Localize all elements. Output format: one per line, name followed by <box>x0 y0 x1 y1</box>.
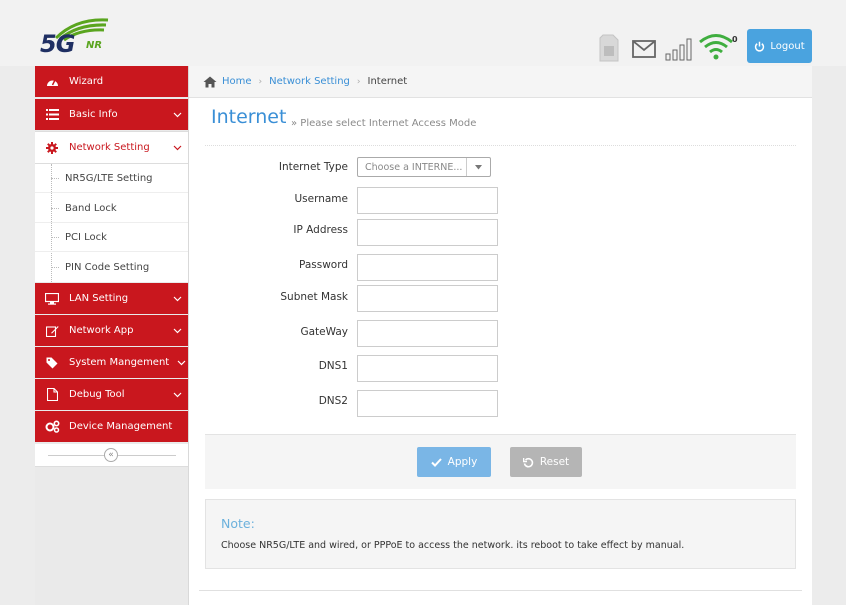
submenu-item-label: NR5G/LTE Setting <box>65 172 153 184</box>
logo-nr-text: NR <box>86 40 103 51</box>
logout-button[interactable]: Logout <box>747 29 812 63</box>
breadcrumb-separator-icon: › <box>356 76 361 87</box>
ip-address-input[interactable] <box>357 219 498 246</box>
submenu-item-label: PCI Lock <box>65 231 107 243</box>
note-text: Choose NR5G/LTE and wired, or PPPoE to a… <box>221 540 685 551</box>
sidebar-item-label: Network App <box>69 325 134 336</box>
top-header: 5G NR 0 Logout <box>0 0 846 66</box>
internet-type-selected-value: Choose a INTERNE... <box>365 161 463 173</box>
check-icon <box>430 457 442 467</box>
network-setting-submenu: NR5G/LTE Setting Band Lock PCI Lock PIN … <box>35 164 188 282</box>
home-icon <box>203 76 217 87</box>
sidebar-item-network-app[interactable]: Network App <box>35 315 188 346</box>
dns1-label: DNS1 <box>318 360 348 372</box>
breadcrumb: Home › Network Setting › Internet <box>189 66 812 98</box>
sidebar-item-label: Wizard <box>69 76 104 87</box>
gateway-input[interactable] <box>357 320 498 347</box>
undo-icon <box>522 457 534 467</box>
subnet-mask-input[interactable] <box>357 285 498 312</box>
sidebar-item-label: Device Management <box>69 421 173 432</box>
sidebar-item-label: Debug Tool <box>69 389 125 400</box>
monitor-icon <box>35 292 69 305</box>
breadcrumb-current: Internet <box>367 76 408 87</box>
logo-5g-text: 5G <box>40 30 75 58</box>
breadcrumb-network-setting-link[interactable]: Network Setting <box>269 76 350 87</box>
sidebar-item-wizard[interactable]: Wizard <box>35 66 188 97</box>
gateway-label: GateWay <box>300 326 348 338</box>
submenu-item-pci-lock[interactable]: PCI Lock <box>35 223 188 252</box>
sidebar-collapse-row: « <box>35 444 188 467</box>
form-actions: Apply Reset <box>205 434 796 489</box>
edit-icon <box>35 325 69 337</box>
signal-strength-icon[interactable] <box>664 36 692 61</box>
main-content: Home › Network Setting › Internet Intern… <box>189 66 812 605</box>
submenu-item-label: Band Lock <box>65 202 117 214</box>
sim-card-icon[interactable] <box>598 33 620 63</box>
username-label: Username <box>294 193 348 205</box>
chevron-down-icon <box>166 112 188 118</box>
submenu-item-band-lock[interactable]: Band Lock <box>35 194 188 223</box>
chevron-down-icon <box>166 392 188 398</box>
wifi-icon[interactable] <box>698 33 734 61</box>
logo: 5G NR <box>38 16 110 60</box>
submenu-item-label: PIN Code Setting <box>65 262 150 273</box>
page-title: Internet <box>211 106 287 128</box>
submenu-item-pin-code-setting[interactable]: PIN Code Setting <box>35 253 188 282</box>
sidebar-item-label: Basic Info <box>69 109 118 120</box>
collapse-sidebar-icon[interactable]: « <box>104 448 118 462</box>
submenu-item-nr5g-lte-setting[interactable]: NR5G/LTE Setting <box>35 164 188 193</box>
dns2-input[interactable] <box>357 390 498 417</box>
title-divider <box>205 145 796 146</box>
internet-type-select[interactable]: Choose a INTERNE... <box>357 157 491 177</box>
breadcrumb-separator-icon: › <box>258 76 263 87</box>
password-input[interactable] <box>357 254 498 281</box>
sidebar-item-label: System Mangement <box>69 357 170 368</box>
note-panel: Note: Choose NR5G/LTE and wired, or PPPo… <box>205 499 796 569</box>
wifi-client-count: 0 <box>732 35 738 44</box>
dns1-input[interactable] <box>357 355 498 382</box>
password-label: Password <box>298 259 348 271</box>
breadcrumb-home-link[interactable]: Home <box>222 76 252 87</box>
file-icon <box>35 388 69 401</box>
chevron-down-icon <box>174 360 188 366</box>
logout-label: Logout <box>770 40 805 52</box>
mail-icon[interactable] <box>631 38 657 60</box>
power-icon <box>755 41 765 52</box>
chevron-down-icon <box>166 145 188 151</box>
apply-button[interactable]: Apply <box>417 447 491 477</box>
ip-address-label: IP Address <box>293 224 348 236</box>
chevron-down-icon <box>166 328 188 334</box>
internet-type-label: Internet Type <box>278 161 348 173</box>
gear-icon <box>35 141 69 154</box>
sidebar-item-label: Network Setting <box>69 142 150 153</box>
gears-icon <box>35 420 69 433</box>
sidebar-item-basic-info[interactable]: Basic Info <box>35 99 188 130</box>
tag-icon <box>35 357 69 369</box>
bottom-divider <box>199 590 802 591</box>
note-title: Note: <box>221 516 255 531</box>
subnet-mask-label: Subnet Mask <box>280 291 348 303</box>
list-icon <box>35 109 69 120</box>
sidebar-item-label: LAN Setting <box>69 293 129 304</box>
sidebar-item-device-management[interactable]: Device Management <box>35 411 188 442</box>
caret-down-icon <box>466 158 490 176</box>
reset-label: Reset <box>539 456 570 468</box>
apply-label: Apply <box>447 456 478 468</box>
page-subtitle: » Please select Internet Access Mode <box>291 118 477 129</box>
sidebar-item-lan-setting[interactable]: LAN Setting <box>35 283 188 314</box>
dashboard-icon <box>35 76 69 87</box>
chevron-down-icon <box>166 296 188 302</box>
sidebar-item-debug-tool[interactable]: Debug Tool <box>35 379 188 410</box>
reset-button[interactable]: Reset <box>510 447 582 477</box>
sidebar-item-network-setting[interactable]: Network Setting <box>35 131 188 164</box>
sidebar-item-system-management[interactable]: System Mangement <box>35 347 188 378</box>
sidebar: Wizard Basic Info Network Setting NR5G/L… <box>35 66 189 605</box>
username-input[interactable] <box>357 187 498 214</box>
dns2-label: DNS2 <box>318 395 348 407</box>
